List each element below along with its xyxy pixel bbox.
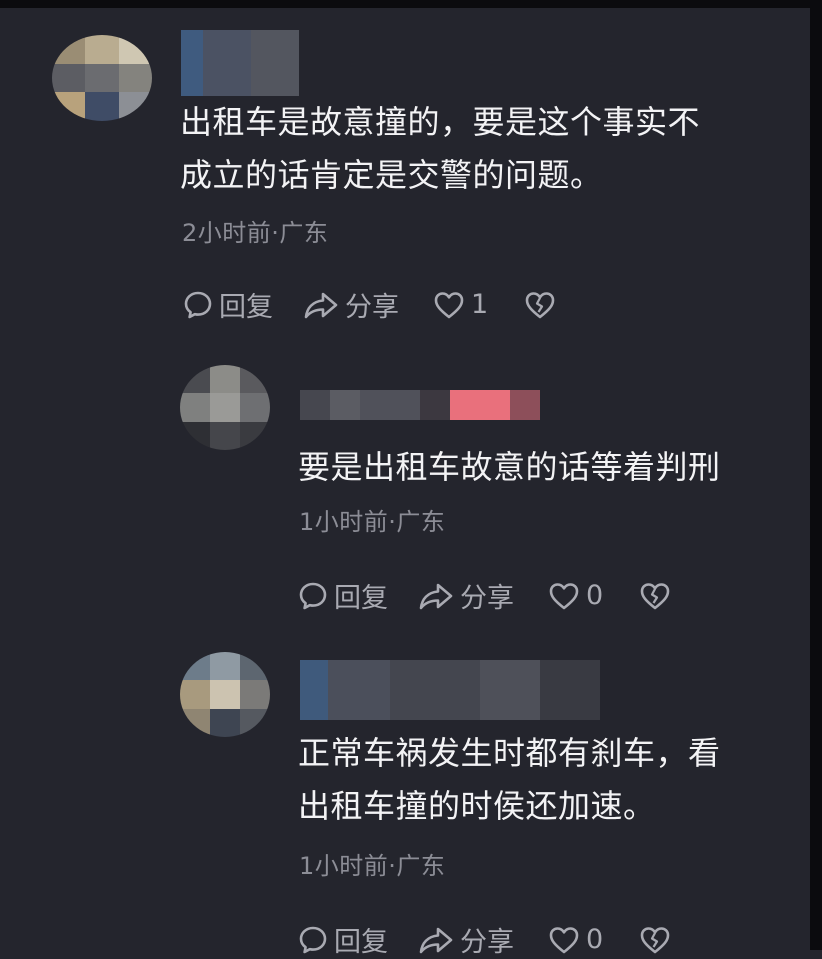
share-arrow-icon xyxy=(419,927,453,953)
scrollbar-track[interactable] xyxy=(810,0,822,950)
heart-icon xyxy=(434,291,464,318)
comment-item: 出租车是故意撞的，要是这个事实不 成立的话肯定是交警的问题。 2小时前·广东 回… xyxy=(0,0,810,340)
avatar-blur-mosaic xyxy=(180,365,270,450)
comment-actions: 回复 分享 0 xyxy=(298,576,671,615)
comment-text-line: 正常车祸发生时都有刹车，看 xyxy=(298,734,721,772)
avatar-blur-mosaic xyxy=(52,35,152,121)
broken-heart-icon xyxy=(525,291,555,318)
avatar[interactable] xyxy=(180,652,270,737)
share-button[interactable]: 分享 xyxy=(303,285,399,324)
like-count: 1 xyxy=(471,289,489,320)
comment-text: 出租车是故意撞的，要是这个事实不 成立的话肯定是交警的问题。 xyxy=(180,96,700,202)
like-button[interactable]: 1 xyxy=(433,289,488,320)
share-button[interactable]: 分享 xyxy=(418,920,514,959)
share-arrow-icon xyxy=(419,583,453,609)
reply-button[interactable]: 回复 xyxy=(298,576,388,615)
reply-button[interactable]: 回复 xyxy=(298,920,388,959)
like-count: 0 xyxy=(586,924,604,955)
comment-text: 正常车祸发生时都有刹车，看 出租车撞的时侯还加速。 xyxy=(298,727,721,833)
broken-heart-icon xyxy=(640,926,670,953)
comment-actions: 回复 分享 0 xyxy=(298,920,671,959)
username-blurred[interactable] xyxy=(181,30,299,96)
username-blurred[interactable] xyxy=(300,390,540,420)
comment-text-line: 出租车撞的时侯还加速。 xyxy=(298,787,656,825)
reply-item: 要是出租车故意的话等着判刑 1小时前·广东 回复 分享 0 xyxy=(0,340,810,640)
like-button[interactable]: 0 xyxy=(548,580,603,611)
speech-bubble-icon xyxy=(299,926,327,953)
share-button[interactable]: 分享 xyxy=(418,576,514,615)
comment-text-line: 出租车是故意撞的，要是这个事实不 xyxy=(180,103,701,141)
speech-bubble-icon xyxy=(184,291,212,318)
share-arrow-icon xyxy=(304,292,338,318)
avatar[interactable] xyxy=(52,35,152,121)
comment-meta: 1小时前·广东 xyxy=(299,852,446,880)
heart-icon xyxy=(549,926,579,953)
dislike-button[interactable] xyxy=(639,925,671,955)
reply-label: 回复 xyxy=(219,292,273,323)
heart-icon xyxy=(549,582,579,609)
username-blurred[interactable] xyxy=(300,660,600,720)
comment-text-line: 要是出租车故意的话等着判刑 xyxy=(298,448,721,486)
reply-item: 正常车祸发生时都有刹车，看 出租车撞的时侯还加速。 1小时前·广东 回复 分享 … xyxy=(0,640,810,958)
reply-button[interactable]: 回复 xyxy=(183,285,273,324)
dislike-button[interactable] xyxy=(524,290,556,320)
comment-actions: 回复 分享 1 xyxy=(183,285,556,324)
comment-text-line: 成立的话肯定是交警的问题。 xyxy=(180,156,603,194)
comment-meta: 1小时前·广东 xyxy=(299,508,446,536)
broken-heart-icon xyxy=(640,582,670,609)
like-button[interactable]: 0 xyxy=(548,924,603,955)
reply-label: 回复 xyxy=(334,927,388,958)
avatar-blur-mosaic xyxy=(180,652,270,737)
reply-label: 回复 xyxy=(334,583,388,614)
share-label: 分享 xyxy=(460,927,514,958)
comment-meta: 2小时前·广东 xyxy=(182,219,329,247)
share-label: 分享 xyxy=(460,583,514,614)
comment-text: 要是出租车故意的话等着判刑 xyxy=(298,441,721,494)
share-label: 分享 xyxy=(345,292,399,323)
like-count: 0 xyxy=(586,580,604,611)
dislike-button[interactable] xyxy=(639,581,671,611)
avatar[interactable] xyxy=(180,365,270,450)
speech-bubble-icon xyxy=(299,582,327,609)
